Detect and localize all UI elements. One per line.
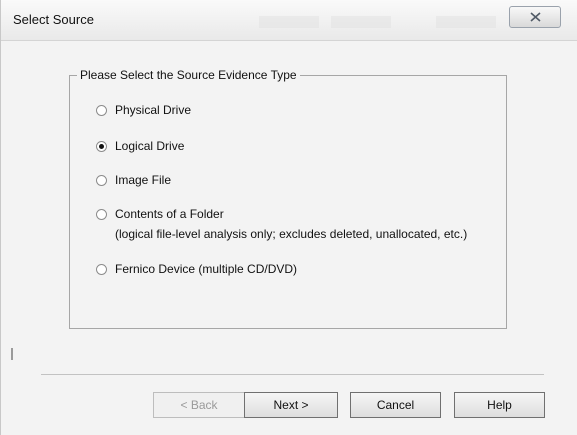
logical-drive-radio[interactable]	[96, 141, 107, 152]
option-contents-of-folder[interactable]: Contents of a Folder (logical file-level…	[96, 207, 467, 241]
dialog-title: Select Source	[13, 12, 94, 27]
close-icon	[529, 12, 541, 22]
title-bar: Select Source	[1, 0, 577, 41]
physical-drive-radio[interactable]	[96, 105, 107, 116]
background-window-tab	[259, 16, 319, 28]
contents-of-folder-note: (logical file-level analysis only; exclu…	[115, 227, 468, 241]
select-source-dialog: Select Source Please Select the Source E…	[0, 0, 577, 435]
fernico-device-label: Fernico Device (multiple CD/DVD)	[115, 262, 298, 276]
fernico-device-radio[interactable]	[96, 264, 107, 275]
group-legend: Please Select the Source Evidence Type	[77, 68, 300, 82]
option-logical-drive[interactable]: Logical Drive	[96, 139, 184, 153]
option-fernico-device[interactable]: Fernico Device (multiple CD/DVD)	[96, 262, 297, 276]
close-button[interactable]	[509, 6, 561, 28]
option-physical-drive[interactable]: Physical Drive	[96, 103, 191, 117]
image-file-radio[interactable]	[96, 175, 107, 186]
help-button[interactable]: Help	[454, 392, 545, 418]
button-separator	[41, 374, 544, 375]
cancel-button[interactable]: Cancel	[350, 392, 441, 418]
option-image-file[interactable]: Image File	[96, 173, 171, 187]
contents-of-folder-radio[interactable]	[96, 209, 107, 220]
background-window-tab	[436, 16, 496, 28]
contents-of-folder-label: Contents of a Folder	[115, 207, 224, 221]
back-button[interactable]: < Back	[153, 392, 245, 418]
window-edge-mark	[11, 348, 13, 360]
image-file-label: Image File	[115, 173, 172, 187]
logical-drive-label: Logical Drive	[115, 139, 185, 153]
background-window-tab	[331, 16, 391, 28]
next-button[interactable]: Next >	[244, 392, 338, 418]
physical-drive-label: Physical Drive	[115, 103, 192, 117]
